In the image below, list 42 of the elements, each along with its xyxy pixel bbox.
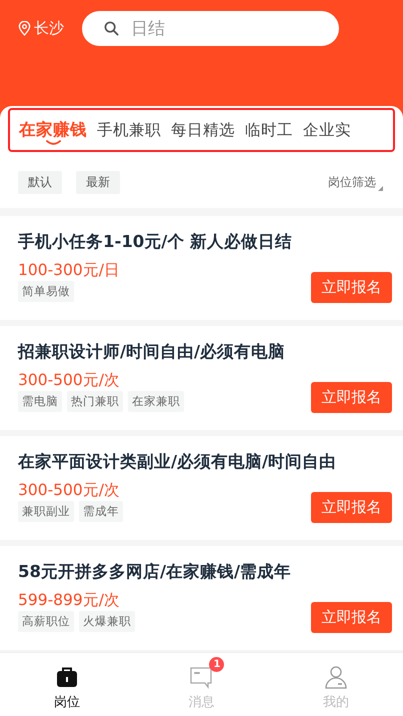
job-card[interactable]: 在家平面设计类副业/必须有电脑/时间自由 300-500元/次 兼职副业 需成年 立即报名 [0,436,403,540]
message-icon [189,665,214,689]
job-card[interactable]: 手机小任务1-10元/个 新人必做日结 100-300元/日 简单易做 立即报名 [0,216,403,320]
category-tab[interactable]: 临时工 [245,118,293,142]
curve-icon [46,140,60,145]
location-pin-icon [18,21,31,36]
person-icon [324,665,348,689]
job-card[interactable]: 招兼职设计师/时间自由/必须有电脑 300-500元/次 需电脑 热门兼职 在家兼职 立即报名 [0,326,403,430]
filter-button[interactable]: 岗位筛选 [328,174,383,191]
job-tag: 高薪职位 [18,611,74,632]
job-tag: 需电脑 [18,391,62,412]
job-pay: 300-500元/次 [18,370,121,390]
job-tag: 兼职副业 [18,501,74,522]
apply-button[interactable]: 立即报名 [311,382,392,413]
category-tab[interactable]: 每日精选 [171,118,235,142]
job-pay: 599-899元/次 [18,590,121,610]
job-tag: 需成年 [79,501,123,522]
job-title: 招兼职设计师/时间自由/必须有电脑 [18,341,286,363]
job-pay: 300-500元/次 [18,480,121,500]
job-title: 在家平面设计类副业/必须有电脑/时间自由 [18,451,338,473]
category-tab[interactable]: 手机兼职 [97,118,161,142]
sort-chip[interactable]: 最新 [76,171,120,194]
job-tag: 简单易做 [18,281,74,302]
search-field[interactable]: 日结 [82,11,339,46]
location-button[interactable]: 长沙 [18,19,64,38]
job-tag: 在家兼职 [128,391,184,412]
job-tag: 火爆兼职 [79,611,135,632]
triangle-icon [378,186,383,191]
job-card[interactable]: 58元开拼多多网店/在家赚钱/需成年 599-899元/次 高薪职位 火爆兼职 立即报名 [0,546,403,650]
job-title: 手机小任务1-10元/个 新人必做日结 [18,231,294,253]
job-title: 58元开拼多多网店/在家赚钱/需成年 [18,561,292,583]
apply-button[interactable]: 立即报名 [311,272,392,303]
category-tab[interactable]: 企业实 [303,118,351,142]
notification-badge: 1 [209,657,224,672]
category-tab[interactable]: 在家赚钱 [19,113,87,147]
apply-button[interactable]: 立即报名 [311,492,392,523]
apply-button[interactable]: 立即报名 [311,602,392,633]
sort-chip[interactable]: 默认 [18,171,62,194]
job-pay: 100-300元/日 [18,260,121,280]
job-tag: 热门兼职 [67,391,123,412]
nav-tab[interactable]: 岗位 [0,653,134,716]
briefcase-icon [55,665,80,689]
